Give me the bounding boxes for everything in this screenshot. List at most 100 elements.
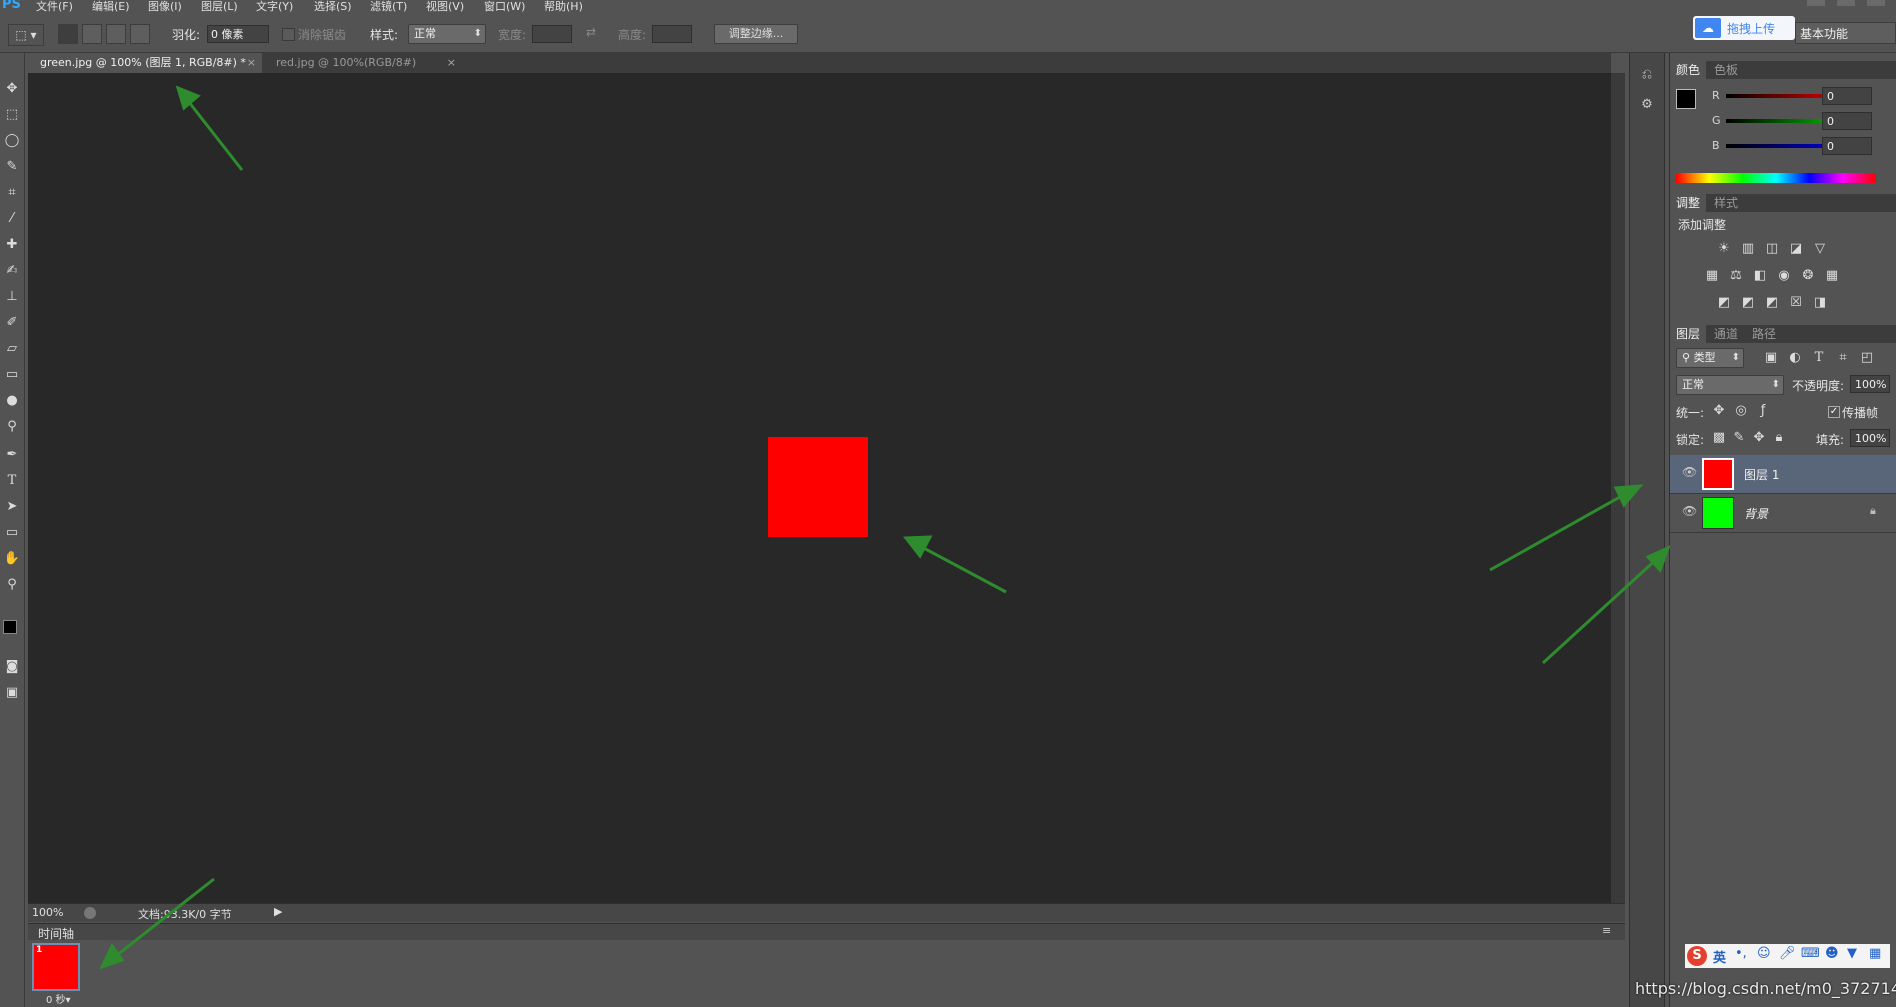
layer-row-background[interactable]: 👁︎ 背景 🔒︎ — [1670, 494, 1896, 533]
filter-pixel-icon[interactable]: ▣ — [1762, 350, 1780, 366]
menu-file[interactable]: 文件(F) — [36, 0, 73, 14]
menu-window[interactable]: 窗口(W) — [484, 0, 525, 14]
menu-view[interactable]: 视图(V) — [426, 0, 464, 14]
filter-shape-icon[interactable]: ⌗ — [1834, 350, 1852, 366]
opacity-input[interactable]: 100% — [1850, 375, 1890, 393]
animation-frame[interactable]: 1 — [32, 943, 80, 991]
layer-thumbnail[interactable] — [1702, 458, 1734, 490]
upload-widget[interactable]: ☁ 拖拽上传 — [1693, 16, 1795, 40]
color-lookup-icon[interactable]: ▦ — [1823, 268, 1841, 284]
keyboard-icon[interactable]: ⌨ — [1801, 946, 1820, 961]
tab-styles[interactable]: 样式 — [1708, 194, 1744, 212]
gradient-tool-icon[interactable]: ▭ — [2, 365, 22, 385]
tab-swatches[interactable]: 色板 — [1708, 61, 1744, 79]
filter-smart-object-icon[interactable]: ◰ — [1858, 350, 1876, 366]
timeline-menu-icon[interactable]: ≡ — [1602, 924, 1611, 937]
tab-paths[interactable]: 路径 — [1746, 325, 1782, 343]
minimize-button[interactable] — [1807, 0, 1825, 6]
tab-adjustments[interactable]: 调整 — [1670, 194, 1707, 212]
color-balance-icon[interactable]: ⚖ — [1727, 268, 1745, 284]
blend-mode-select[interactable]: 正常 — [1676, 375, 1784, 395]
marquee-tool-icon[interactable]: ⬚ — [2, 105, 22, 125]
photo-filter-icon[interactable]: ◉ — [1775, 268, 1793, 284]
fg-color-swatch[interactable] — [1676, 89, 1696, 109]
properties-panel-icon[interactable]: ⚙ — [1638, 97, 1656, 115]
sogou-logo-icon[interactable]: S — [1687, 946, 1707, 966]
black-white-icon[interactable]: ◧ — [1751, 268, 1769, 284]
width-input[interactable] — [532, 25, 572, 43]
layer-thumbnail[interactable] — [1702, 497, 1734, 529]
swap-icon[interactable]: ⇄ — [586, 25, 596, 39]
menu-help[interactable]: 帮助(H) — [544, 0, 583, 14]
unify-style-icon[interactable]: ƒ — [1754, 403, 1772, 419]
healing-brush-icon[interactable]: ✚ — [2, 235, 22, 255]
antialias-checkbox[interactable] — [282, 28, 295, 41]
ime-lang-toggle[interactable]: 英 — [1713, 947, 1726, 966]
vibrance-icon[interactable]: ▽ — [1811, 241, 1829, 257]
brightness-icon[interactable]: ☀ — [1715, 241, 1733, 257]
frame-delay[interactable]: 0 秒▾ — [46, 991, 71, 1006]
color-spectrum-bar[interactable] — [1676, 173, 1876, 183]
pen-tool-icon[interactable]: ✒ — [2, 445, 22, 465]
lock-all-icon[interactable]: 🔒︎ — [1770, 430, 1788, 446]
toolbox-icon[interactable]: ▦ — [1869, 946, 1881, 961]
maximize-button[interactable] — [1837, 0, 1855, 6]
hand-tool-icon[interactable]: ✋ — [2, 549, 22, 569]
tool-preset-picker[interactable]: ⬚ ▾ — [8, 24, 44, 46]
tab-green-jpg[interactable]: green.jpg @ 100% (图层 1, RGB/8#) * × — [28, 53, 262, 73]
exposure-icon[interactable]: ◪ — [1787, 241, 1805, 257]
menu-edit[interactable]: 编辑(E) — [92, 0, 130, 14]
status-options-icon[interactable] — [84, 907, 96, 919]
lock-position-icon[interactable]: ✥ — [1750, 430, 1768, 446]
curves-icon[interactable]: ◫ — [1763, 241, 1781, 257]
history-brush-icon[interactable]: ✐ — [2, 313, 22, 333]
tab-red-jpg[interactable]: red.jpg @ 100%(RGB/8#) × — [264, 53, 462, 73]
stamp-tool-icon[interactable]: ⊥ — [2, 287, 22, 307]
screen-mode-icon[interactable]: ▣ — [2, 683, 22, 703]
user-icon[interactable]: ☻ — [1825, 946, 1839, 961]
selective-color-icon[interactable]: ☒ — [1787, 295, 1805, 311]
close-tab-icon[interactable]: × — [447, 53, 456, 73]
subtract-selection-icon[interactable] — [106, 24, 126, 44]
unify-visibility-icon[interactable]: ◎ — [1732, 403, 1750, 419]
close-window-button[interactable] — [1867, 0, 1885, 6]
gradient-map-icon[interactable]: ◨ — [1811, 295, 1829, 311]
feather-input[interactable]: 0 像素 — [207, 25, 269, 43]
levels-icon[interactable]: ▥ — [1739, 241, 1757, 257]
quick-select-tool-icon[interactable]: ✎ — [2, 157, 22, 177]
tab-color[interactable]: 颜色 — [1670, 61, 1707, 79]
invert-icon[interactable]: ◩ — [1715, 295, 1733, 311]
punctuation-icon[interactable]: •, — [1735, 946, 1747, 961]
dodge-tool-icon[interactable]: ⚲ — [2, 417, 22, 437]
tab-layers[interactable]: 图层 — [1670, 325, 1707, 343]
workspace-select[interactable]: 基本功能 — [1795, 22, 1896, 44]
quick-mask-icon[interactable]: ◙ — [2, 657, 22, 677]
layer-name[interactable]: 背景 — [1744, 505, 1768, 522]
close-tab-icon[interactable]: × — [247, 53, 256, 73]
tab-channels[interactable]: 通道 — [1708, 325, 1744, 343]
foreground-color-swatch[interactable] — [3, 620, 17, 634]
history-panel-icon[interactable]: ⎌ — [1638, 67, 1656, 85]
layer-name[interactable]: 图层 1 — [1744, 466, 1779, 483]
zoom-level[interactable]: 100% — [32, 906, 63, 919]
menu-image[interactable]: 图像(I) — [148, 0, 182, 14]
layer-filter-select[interactable]: ⚲ 类型 — [1676, 348, 1744, 368]
layer-row-layer1[interactable]: 👁︎ 图层 1 — [1670, 455, 1896, 494]
zoom-tool-icon[interactable]: ⚲ — [2, 575, 22, 595]
lock-transparent-icon[interactable]: ▩ — [1710, 430, 1728, 446]
filter-type-icon[interactable]: T — [1810, 350, 1828, 366]
refine-edge-button[interactable]: 调整边缘... — [714, 24, 798, 44]
path-select-icon[interactable]: ➤ — [2, 497, 22, 517]
propagate-checkbox[interactable]: ✓ — [1828, 406, 1840, 418]
style-select[interactable]: 正常 — [408, 24, 486, 44]
menu-layer[interactable]: 图层(L) — [201, 0, 238, 14]
hue-saturation-icon[interactable]: ▦ — [1703, 268, 1721, 284]
filter-adjustment-icon[interactable]: ◐ — [1786, 350, 1804, 366]
skin-icon[interactable]: ▼ — [1847, 946, 1857, 961]
crop-tool-icon[interactable]: ⌗ — [2, 183, 22, 203]
move-tool-icon[interactable]: ✥ — [2, 79, 22, 99]
eyedropper-tool-icon[interactable]: ⁄ — [2, 209, 22, 229]
unify-position-icon[interactable]: ✥ — [1710, 403, 1728, 419]
shape-tool-icon[interactable]: ▭ — [2, 523, 22, 543]
fill-input[interactable]: 100% — [1850, 429, 1890, 447]
